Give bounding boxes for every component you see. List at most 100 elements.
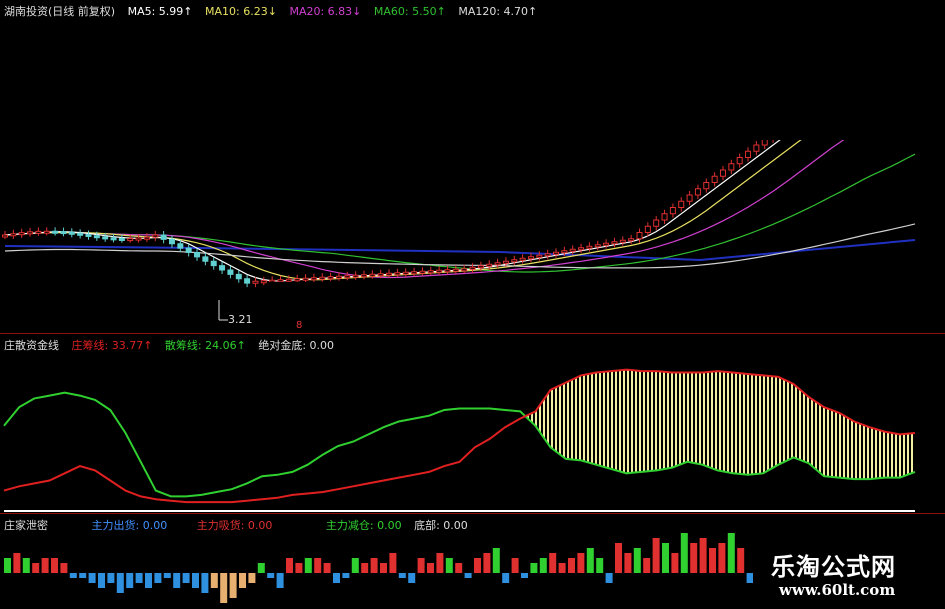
blackout-bottom [268,282,690,324]
candle-body [553,251,560,255]
signal-bar [333,573,340,583]
candle-body [494,262,501,266]
indicator-chart [3,368,916,512]
signal-bar [549,553,557,573]
signal-bar [116,573,124,593]
signal-bar [210,573,218,588]
candle-body [452,268,459,272]
candle-body [152,234,159,238]
san-line [3,391,916,498]
watermark: 乐淘公式网 www.60lt.com [753,541,945,609]
blackout-top [535,0,945,140]
candle-body [260,280,267,284]
signal-bar [427,563,434,573]
candle-body [419,270,426,274]
signal-bar [239,573,246,588]
signal-bar [436,553,444,573]
signal-bar [88,573,96,583]
candle-body [536,254,543,258]
candle-body [644,225,651,233]
signal-bar [257,563,265,573]
candle-body [143,236,150,240]
signal-bar [643,558,651,573]
signal-bar [79,573,87,578]
candle-body [102,236,109,240]
signal-bar [380,563,387,573]
candle-body [244,278,251,284]
xihuo-label: 主力吸货: 0.00 [196,519,273,532]
signal-bar [671,553,679,573]
signal-bar [558,563,566,573]
price-panel: 湖南投资(日线 前复权) MA5: 5.99↑ MA10: 6.23↓ MA20… [0,0,945,333]
signal-bar [276,573,284,588]
signal-bar [192,573,199,588]
signal-bar [464,573,472,578]
candle-body [653,219,660,227]
jinding-label: 绝对金底: 0.00 [258,339,335,352]
signal-bar [220,573,228,603]
candle-body [386,272,393,276]
san-label: 散筹线: 24.06↑ [164,339,246,352]
signal-bar [652,538,660,573]
candle-body [461,268,468,272]
signal-bar [690,543,698,573]
signal-bar [680,533,688,573]
signal-bar [323,563,331,573]
candle-body [636,232,643,240]
stock-title: 湖南投资(日线 前复权) [4,5,116,18]
candle-body [728,163,735,171]
candle-body [285,278,292,282]
candle-body [18,232,25,236]
signal-bar [201,573,209,593]
indicator-title: 庄散资金线 [4,339,59,352]
signal-bar [586,548,594,573]
signal-bar [267,573,275,578]
signal-bar [530,563,538,573]
candle-body [177,243,184,249]
signal-bar [314,558,322,573]
signal-bar [154,573,162,583]
candle-body [519,257,526,261]
candle-body [469,266,476,270]
candle-body [477,265,484,269]
signal-bar [41,558,49,573]
ma20-label: MA20: 6.83↓ [289,5,362,18]
candle-body [669,207,676,215]
ma-long-line [4,239,916,262]
candle-body [110,237,117,241]
signal-bar [13,553,21,573]
signal-bar [135,573,143,583]
signal-bar [455,563,463,573]
candle-body [60,231,67,235]
signal-bar [22,558,30,573]
candle-body [611,241,618,245]
candle-body [603,242,610,246]
candle-body [160,234,167,240]
indicator-header: 庄散资金线 庄筹线: 33.77↑ 散筹线: 24.06↑ 绝对金底: 0.00 [4,337,343,353]
ma120-line [4,223,916,269]
candle-body [185,247,192,253]
candle-body [127,238,134,242]
candle-body [235,273,242,280]
candle-body [77,232,84,236]
candle-body [444,269,451,273]
candle-body [486,263,493,267]
signal-bar [605,573,613,583]
ma10-label: MA10: 6.23↓ [205,5,277,18]
candle-body [68,231,75,235]
signal-bar [568,558,575,573]
signal-bar [408,573,416,583]
candle-body [369,273,376,277]
candle-body [586,245,593,249]
candle-body [569,248,576,252]
candle-body [52,230,59,234]
candle-body [202,256,209,262]
candle-body [436,269,443,273]
candle-body [227,269,234,275]
ma60-label: MA60: 5.50↑ [373,5,446,18]
signal-bar [370,558,378,573]
ma120-label: MA120: 4.70↑ [458,5,538,18]
candle-body [753,144,760,152]
signal-bar [342,573,350,578]
secret-title: 庄家泄密 [4,519,48,532]
